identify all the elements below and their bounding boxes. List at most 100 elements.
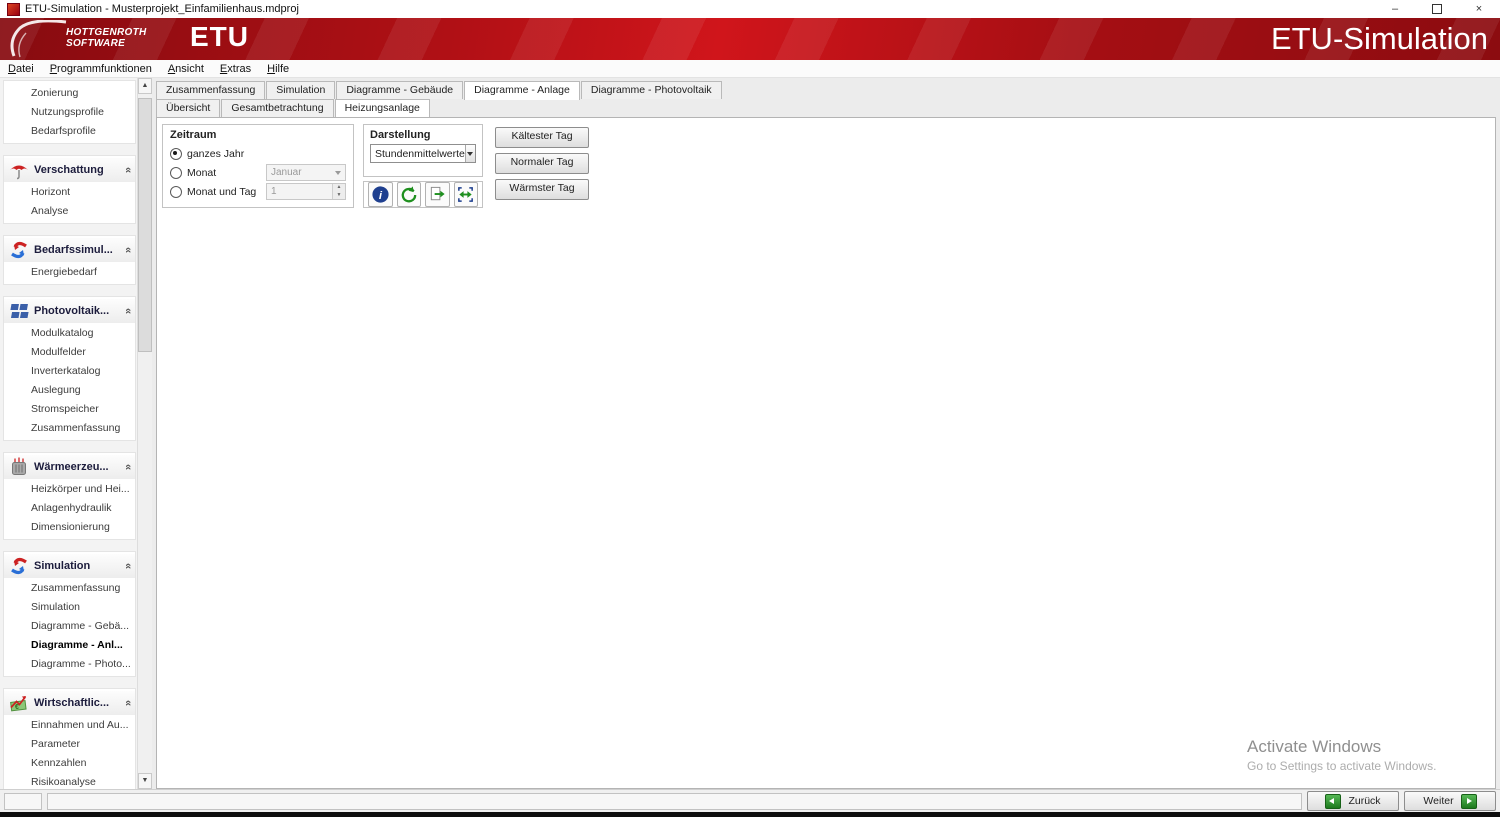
sidebar-section-label: Wärmeerzeu... bbox=[34, 461, 109, 473]
tab-heizungsanlage[interactable]: Heizungsanlage bbox=[335, 99, 430, 118]
sidebar-item[interactable]: Diagramme - Photo... bbox=[4, 654, 135, 673]
sidebar-section-header[interactable]: Verschattung« bbox=[4, 158, 135, 182]
collapse-chevron-icon[interactable]: « bbox=[122, 308, 134, 314]
menu-hilfe[interactable]: Hilfe bbox=[259, 63, 297, 75]
export-button[interactable] bbox=[425, 182, 450, 207]
tab-diagramme-gebäude[interactable]: Diagramme - Gebäude bbox=[336, 81, 463, 99]
sidebar-item[interactable]: Nutzungsprofile bbox=[4, 102, 135, 121]
taskbar-strip bbox=[0, 812, 1500, 817]
radio-monat-tag[interactable] bbox=[170, 186, 182, 198]
scroll-down-icon[interactable]: ▼ bbox=[138, 773, 152, 789]
sidebar-item[interactable]: Inverterkatalog bbox=[4, 361, 135, 380]
economy-icon: € bbox=[8, 693, 30, 713]
radio-ganzes-jahr[interactable] bbox=[170, 148, 182, 160]
collapse-chevron-icon[interactable]: « bbox=[122, 247, 134, 253]
sidebar-item[interactable]: Anlagenhydraulik bbox=[4, 498, 135, 517]
sidebar-item[interactable]: Einnahmen und Au... bbox=[4, 715, 135, 734]
minimize-button[interactable]: – bbox=[1374, 0, 1416, 18]
sidebar-section-wärmeerzeu: Wärmeerzeu... « Heizkörper und Hei...Anlag… bbox=[3, 452, 136, 540]
radio-monat[interactable] bbox=[170, 167, 182, 179]
sim-arrows-icon bbox=[8, 240, 30, 260]
sidebar-nav: ZonierungNutzungsprofileBedarfsprofile Ve… bbox=[0, 78, 137, 789]
day-spinner-value: 1 bbox=[271, 186, 277, 197]
collapse-chevron-icon[interactable]: « bbox=[122, 464, 134, 470]
app-icon bbox=[7, 3, 20, 16]
normaler-tag-button[interactable]: Normaler Tag bbox=[495, 153, 589, 174]
waermster-tag-button[interactable]: Wärmster Tag bbox=[495, 179, 589, 200]
kaeltester-tag-button[interactable]: Kältester Tag bbox=[495, 127, 589, 148]
sidebar-scrollbar[interactable]: ▲ ▼ bbox=[137, 78, 152, 789]
radio-row-monat-tag[interactable]: Monat und Tag 1 ▲▼ bbox=[170, 182, 346, 201]
sidebar-section-wirtschaftlic: €Wirtschaftlic...«Einnahmen und Au...Par… bbox=[3, 688, 136, 789]
collapse-chevron-icon[interactable]: « bbox=[122, 700, 134, 706]
collapse-chevron-icon[interactable]: « bbox=[122, 167, 134, 173]
heater-icon bbox=[8, 457, 30, 477]
zeitraum-groupbox: Zeitraum ganzes Jahr Monat Januar bbox=[162, 124, 354, 208]
menu-extras[interactable]: Extras bbox=[212, 63, 259, 75]
scrollbar-thumb[interactable] bbox=[138, 98, 152, 352]
scroll-up-icon[interactable]: ▲ bbox=[138, 78, 152, 94]
sidebar-item[interactable]: Modulfelder bbox=[4, 342, 135, 361]
menu-programmfunktionen[interactable]: Programmfunktionen bbox=[42, 63, 160, 75]
tab-diagramme-photovoltaik[interactable]: Diagramme - Photovoltaik bbox=[581, 81, 722, 99]
banner-title: ETU-Simulation bbox=[1271, 21, 1488, 57]
brand-text: HOTTGENROTH SOFTWARE bbox=[66, 27, 147, 49]
sidebar-item[interactable]: Zusammenfassung bbox=[4, 418, 135, 437]
sidebar-item[interactable]: Zusammenfassung bbox=[4, 578, 135, 597]
tab-zusammenfassung[interactable]: Zusammenfassung bbox=[156, 81, 265, 99]
radio-row-ganzes-jahr[interactable]: ganzes Jahr bbox=[170, 144, 346, 163]
sidebar-item[interactable]: Kennzahlen bbox=[4, 753, 135, 772]
maximize-button[interactable] bbox=[1416, 0, 1458, 18]
refresh-button[interactable] bbox=[397, 182, 422, 207]
sidebar-section-header[interactable]: Photovoltaik...« bbox=[4, 299, 135, 323]
sidebar-item[interactable]: Simulation bbox=[4, 597, 135, 616]
sidebar-section-header[interactable]: Wärmeerzeu... « bbox=[4, 455, 135, 479]
sidebar-item[interactable]: Dimensionierung bbox=[4, 517, 135, 536]
info-button[interactable]: i bbox=[368, 182, 393, 207]
next-button[interactable]: Weiter bbox=[1404, 791, 1496, 811]
window-title: ETU-Simulation - Musterprojekt_Einfamili… bbox=[25, 3, 299, 15]
scrollbar-track[interactable] bbox=[138, 94, 152, 773]
chevron-down-icon bbox=[335, 171, 341, 175]
tab-gesamtbetrachtung[interactable]: Gesamtbetrachtung bbox=[221, 99, 333, 117]
radio-label: Monat bbox=[187, 167, 216, 179]
sidebar-item[interactable]: Diagramme - Gebä... bbox=[4, 616, 135, 635]
day-buttons: Kältester Tag Normaler Tag Wärmster Tag bbox=[495, 124, 589, 208]
sidebar-item[interactable]: Parameter bbox=[4, 734, 135, 753]
sidebar-section-header[interactable]: €Wirtschaftlic...« bbox=[4, 691, 135, 715]
footer-bar: Zurück Weiter bbox=[0, 789, 1500, 812]
status-cell-long bbox=[47, 793, 1302, 810]
darstellung-select[interactable]: Stundenmittelwerte bbox=[370, 144, 476, 163]
sidebar-section-label: Simulation bbox=[34, 560, 90, 572]
sidebar-section-header[interactable]: Simulation « bbox=[4, 554, 135, 578]
sidebar-section-header[interactable]: Bedarfssimul...« bbox=[4, 238, 135, 262]
sidebar-item[interactable]: Stromspeicher bbox=[4, 399, 135, 418]
spinner-arrows-icon[interactable]: ▲▼ bbox=[332, 184, 345, 199]
tab-übersicht[interactable]: Übersicht bbox=[156, 99, 220, 117]
sidebar-section-bedarfssimul: Bedarfssimul...«Energiebedarf bbox=[3, 235, 136, 285]
tab-diagramme-anlage[interactable]: Diagramme - Anlage bbox=[464, 81, 580, 100]
close-button[interactable]: × bbox=[1458, 0, 1500, 18]
sidebar-item[interactable]: Modulkatalog bbox=[4, 323, 135, 342]
back-button[interactable]: Zurück bbox=[1307, 791, 1399, 811]
darstellung-select-value: Stundenmittelwerte bbox=[375, 148, 465, 160]
month-select[interactable]: Januar bbox=[266, 164, 346, 181]
fit-view-button[interactable] bbox=[454, 182, 479, 207]
sidebar-item[interactable]: Auslegung bbox=[4, 380, 135, 399]
sidebar-item[interactable]: Zonierung bbox=[4, 83, 135, 102]
tab-simulation[interactable]: Simulation bbox=[266, 81, 335, 99]
sidebar-item[interactable]: Horizont bbox=[4, 182, 135, 201]
sidebar-item[interactable]: Bedarfsprofile bbox=[4, 121, 135, 140]
radio-row-monat[interactable]: Monat Januar bbox=[170, 163, 346, 182]
menu-datei[interactable]: Datei bbox=[0, 63, 42, 75]
sidebar-item[interactable]: Analyse bbox=[4, 201, 135, 220]
maximize-icon bbox=[1432, 4, 1442, 14]
sidebar-item[interactable]: Energiebedarf bbox=[4, 262, 135, 281]
chart-toolbar: i bbox=[363, 181, 483, 208]
sidebar-item[interactable]: Risikoanalyse bbox=[4, 772, 135, 789]
sidebar-item[interactable]: Heizkörper und Hei... bbox=[4, 479, 135, 498]
sidebar-item[interactable]: Diagramme - Anl... bbox=[4, 635, 135, 654]
menu-ansicht[interactable]: Ansicht bbox=[160, 63, 212, 75]
day-spinner[interactable]: 1 ▲▼ bbox=[266, 183, 346, 200]
collapse-chevron-icon[interactable]: « bbox=[122, 563, 134, 569]
